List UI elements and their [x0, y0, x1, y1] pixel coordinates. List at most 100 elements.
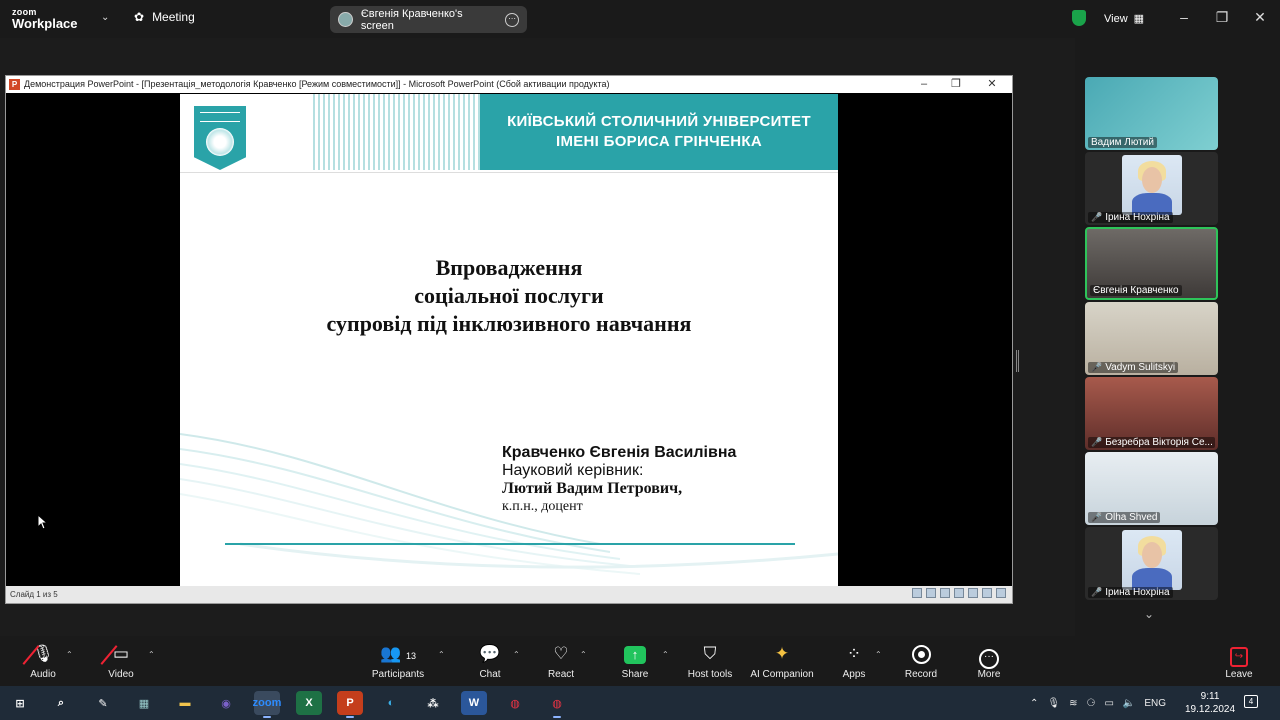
ppt-restore-icon[interactable]: ❐: [946, 76, 966, 93]
file-explorer-icon[interactable]: ▬: [172, 691, 198, 715]
meeting-info-button[interactable]: ✿ Meeting: [134, 10, 195, 24]
view-label: View: [1104, 12, 1128, 25]
volume-icon[interactable]: 🔈: [1123, 698, 1135, 709]
microphone-icon[interactable]: 🎙: [1047, 698, 1060, 709]
video-label: Video: [108, 669, 134, 680]
leave-label: Leave: [1225, 669, 1253, 680]
sorter-view-icon[interactable]: [968, 588, 978, 598]
participant-name: Ірина Нохріна: [1105, 212, 1170, 223]
normal-view-icon[interactable]: [954, 588, 964, 598]
video-button[interactable]: ▭ Video: [86, 641, 156, 680]
record-label: Record: [904, 669, 938, 680]
record-button[interactable]: Record: [886, 641, 956, 680]
battery-icon[interactable]: ▭: [1104, 698, 1113, 709]
maximize-icon[interactable]: ❐: [1212, 9, 1232, 26]
meeting-icon: ✿: [134, 10, 145, 24]
share-button[interactable]: ↑ Share: [600, 641, 670, 680]
edge-icon[interactable]: ◐: [378, 691, 404, 715]
mic-muted-icon: 🎤: [1091, 512, 1103, 522]
video-options-caret-icon[interactable]: ⌃: [148, 650, 155, 659]
app-icon[interactable]: ✎: [90, 691, 116, 715]
clock-date: 19.12.2024: [1185, 704, 1236, 715]
close-icon[interactable]: ✕: [1250, 9, 1270, 26]
host-tools-button[interactable]: ⛉ Host tools: [675, 641, 745, 680]
reading-view-icon[interactable]: [982, 588, 992, 598]
university-logo: [194, 106, 246, 170]
participant-name: Вадим Лютий: [1088, 137, 1157, 148]
chat-label: Chat: [479, 669, 501, 680]
participant-tile-active-speaker[interactable]: Євгенія Кравченко: [1085, 227, 1218, 300]
next-slide-icon[interactable]: [940, 588, 950, 598]
scroll-down-icon[interactable]: ⌄: [1144, 607, 1154, 621]
notifications-icon[interactable]: 4: [1244, 695, 1258, 708]
word-icon[interactable]: W: [461, 691, 487, 715]
share-caret-icon[interactable]: ⌃: [662, 650, 669, 659]
participant-tile[interactable]: 🎤 Vadym Sulitskyi: [1085, 302, 1218, 375]
chevron-down-icon[interactable]: ⌄: [101, 12, 109, 23]
chat-button[interactable]: 💬 Chat: [455, 641, 525, 680]
clock[interactable]: 9:11 19.12.2024: [1185, 690, 1235, 716]
university-banner: КИЇВСЬКИЙ СТОЛИЧНИЙ УНІВЕРСИТЕТ ІМЕНІ БО…: [480, 94, 838, 170]
more-icon: ···: [979, 649, 999, 669]
ppt-status-bar: Слайд 1 из 5: [6, 586, 1012, 603]
zoom-workplace-logo[interactable]: zoom Workplace: [12, 7, 78, 30]
slide-title-line-2: соціальної послуги: [414, 283, 604, 308]
chat-caret-icon[interactable]: ⌃: [513, 650, 520, 659]
participant-tile[interactable]: 🎤 Ірина Нохріна: [1085, 527, 1218, 600]
chrome-icon[interactable]: ◍: [502, 691, 528, 715]
mic-muted-icon: 🎤: [1091, 212, 1103, 222]
language-indicator[interactable]: ENG: [1144, 698, 1166, 709]
excel-icon[interactable]: X: [296, 691, 322, 715]
security-shield-icon[interactable]: [1072, 10, 1086, 26]
author-name: Кравченко Євгенія Василівна: [502, 444, 737, 461]
network-icon[interactable]: ⚆: [1086, 698, 1095, 709]
video-off-icon: ▭: [112, 644, 130, 663]
audio-button[interactable]: 🎙 Audio: [8, 641, 78, 680]
participant-name: Olha Shved: [1105, 512, 1158, 523]
windows-start-icon[interactable]: ⊞: [7, 691, 33, 715]
supervisor-name: Лютий Вадим Петрович,: [502, 480, 683, 497]
viewing-screen-pill[interactable]: Євгенія Кравченко's screen ···: [330, 6, 527, 33]
minimize-icon[interactable]: –: [1174, 9, 1194, 25]
university-name-line-1: КИЇВСЬКИЙ СТОЛИЧНИЙ УНІВЕРСИТЕТ: [507, 113, 811, 130]
audio-options-caret-icon[interactable]: ⌃: [66, 650, 73, 659]
ppt-minimize-icon[interactable]: –: [914, 76, 934, 93]
app-icon[interactable]: ⁂: [420, 691, 446, 715]
react-button[interactable]: ♡ React: [526, 641, 596, 680]
leave-icon: ↪: [1230, 647, 1248, 667]
prev-slide-icon[interactable]: [912, 588, 922, 598]
leave-button[interactable]: ↪ Leave: [1204, 641, 1274, 680]
participant-video-strip: Вадим Лютий 🎤 Ірина Нохріна Євгенія Кравч…: [1084, 76, 1219, 602]
tray-expand-icon[interactable]: ⌃: [1030, 698, 1038, 709]
slideshow-view-icon[interactable]: [996, 588, 1006, 598]
more-options-icon[interactable]: ···: [505, 12, 519, 27]
participant-tile[interactable]: 🎤 Olha Shved: [1085, 452, 1218, 525]
host-tools-label: Host tools: [687, 669, 733, 680]
slide-menu-icon[interactable]: [926, 588, 936, 598]
wifi-icon[interactable]: ≋: [1069, 698, 1077, 709]
panel-resize-handle[interactable]: [1016, 350, 1019, 372]
audio-label: Audio: [30, 669, 56, 680]
participant-tile[interactable]: 🎤 Безребра Вікторія Се...: [1085, 377, 1218, 450]
screen-label: Євгенія Кравченко's screen: [360, 7, 463, 32]
react-caret-icon[interactable]: ⌃: [580, 650, 587, 659]
status-bar-icons: [912, 588, 1006, 598]
zoom-taskbar-icon[interactable]: zoom: [253, 691, 281, 718]
apps-caret-icon[interactable]: ⌃: [875, 650, 882, 659]
participant-tile[interactable]: 🎤 Ірина Нохріна: [1085, 152, 1218, 225]
view-button[interactable]: View ▦: [1104, 12, 1144, 26]
avatar: [1122, 155, 1182, 215]
participants-button[interactable]: 👥 13 Participants: [363, 641, 433, 680]
chrome-icon[interactable]: ◍: [544, 691, 570, 718]
supervisor-label: Науковий керівник:: [502, 462, 644, 479]
more-button[interactable]: ··· More: [954, 641, 1024, 680]
search-icon[interactable]: ⌕: [48, 691, 74, 715]
participant-tile[interactable]: Вадим Лютий: [1085, 77, 1218, 150]
calculator-icon[interactable]: ▦: [131, 691, 157, 715]
ai-companion-button[interactable]: ✦ AI Companion: [742, 641, 822, 680]
apps-button[interactable]: ⁘ Apps: [819, 641, 889, 680]
viber-icon[interactable]: ◉: [213, 691, 239, 715]
ppt-close-icon[interactable]: ✕: [982, 76, 1002, 93]
powerpoint-taskbar-icon[interactable]: P: [337, 691, 363, 718]
participants-caret-icon[interactable]: ⌃: [438, 650, 445, 659]
